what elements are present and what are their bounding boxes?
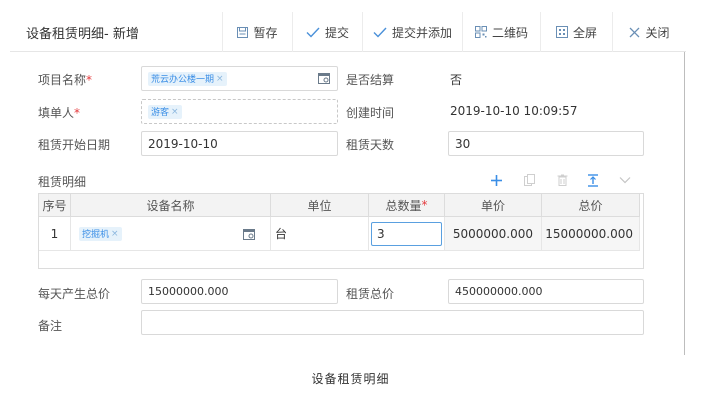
close-button[interactable]: 关闭: [612, 12, 686, 52]
column-header-index: 序号: [39, 194, 71, 217]
total-price-cell: 15000000.000: [542, 217, 640, 251]
save-icon: [237, 26, 249, 38]
column-header-total-price: 总价: [542, 194, 640, 217]
submit-button[interactable]: 提交: [292, 12, 362, 52]
project-tag[interactable]: 荒云办公楼一期 ×: [148, 71, 227, 86]
unit-price-cell: 5000000.000: [445, 217, 542, 251]
equipment-tag-text: 挖掘机: [82, 230, 110, 240]
remove-tag-icon[interactable]: ×: [216, 74, 224, 84]
column-header-unit-text: 单位: [307, 198, 332, 213]
close-icon: [629, 27, 640, 38]
chevron-down-icon[interactable]: [617, 172, 633, 188]
created-time-label: 创建时间: [346, 106, 395, 120]
submit-label: 提交: [324, 25, 349, 40]
column-header-unit: 单位: [271, 194, 369, 217]
column-header-unit-price: 单价: [445, 194, 542, 217]
column-header-equipment: 设备名称: [71, 194, 271, 217]
lease-detail-grid: 序号 设备名称 单位 总数量 * 单价 总价 1 挖掘机 × 台 3 5000000…: [38, 193, 644, 269]
project-tag-text: 荒云办公楼一期: [151, 75, 215, 85]
lease-total-label: 租赁总价: [346, 287, 395, 301]
qrcode-label: 二维码: [491, 25, 528, 40]
fullscreen-icon: [555, 26, 568, 38]
qrcode-icon: [474, 26, 487, 38]
filler-tag-text: 游客: [151, 108, 170, 118]
lease-days-label: 租赁天数: [346, 138, 395, 152]
save-draft-button[interactable]: 暂存: [222, 12, 292, 52]
add-row-icon[interactable]: [488, 172, 504, 188]
quantity-input[interactable]: 3: [371, 221, 442, 246]
filler-label: 填单人*: [38, 104, 80, 121]
remark-input[interactable]: [141, 310, 644, 335]
close-label: 关闭: [645, 25, 670, 40]
delete-row-icon[interactable]: [554, 172, 570, 188]
lease-days-input[interactable]: 30: [448, 131, 644, 156]
required-mark: *: [86, 73, 93, 87]
required-mark: *: [421, 198, 428, 212]
project-name-label: 项目名称*: [38, 71, 92, 88]
form-toolbar: 设备租赁明细- 新增 暂存 提交 提交并添加 二维码 全屏 关闭: [10, 12, 686, 52]
save-draft-label: 暂存: [253, 25, 278, 40]
remove-tag-icon[interactable]: ×: [111, 229, 119, 239]
daily-total-label: 每天产生总价: [38, 287, 111, 301]
remark-label: 备注: [38, 319, 63, 333]
check-icon: [373, 27, 387, 38]
form-title: 设备租赁明细- 新增: [26, 27, 139, 42]
project-name-label-text: 项目名称: [38, 73, 87, 87]
check-icon: [306, 27, 320, 38]
remove-tag-icon[interactable]: ×: [171, 107, 179, 117]
column-header-quantity-text: 总数量: [385, 198, 422, 213]
row-index: 1: [39, 217, 71, 251]
lease-start-date-input[interactable]: 2019-10-10: [141, 131, 338, 156]
column-header-quantity: 总数量 *: [369, 194, 445, 217]
daily-total-input[interactable]: 15000000.000: [141, 279, 338, 304]
lease-total-input[interactable]: 450000000.000: [448, 279, 644, 304]
filler-label-text: 填单人: [38, 106, 75, 120]
settled-value: 否: [450, 73, 463, 87]
submit-and-add-button[interactable]: 提交并添加: [362, 12, 462, 52]
filler-field[interactable]: 游客 ×: [141, 99, 338, 124]
lease-detail-label: 租赁明细: [38, 175, 87, 189]
picker-icon[interactable]: [318, 72, 330, 87]
picker-icon[interactable]: [243, 228, 255, 243]
insert-row-icon[interactable]: [585, 172, 601, 188]
equipment-name-cell[interactable]: 挖掘机 ×: [71, 217, 271, 251]
submit-and-add-label: 提交并添加: [391, 25, 452, 40]
panel-edge-divider: [684, 52, 685, 355]
settled-label: 是否结算: [346, 73, 395, 87]
copy-row-icon[interactable]: [521, 172, 537, 188]
created-time-value: 2019-10-10 10:09:57: [450, 104, 578, 118]
filler-tag[interactable]: 游客 ×: [148, 104, 182, 119]
qrcode-button[interactable]: 二维码: [462, 12, 540, 52]
figure-caption: 设备租赁明细: [311, 372, 390, 386]
quantity-cell[interactable]: 3: [369, 217, 445, 251]
fullscreen-label: 全屏: [572, 25, 597, 40]
equipment-tag[interactable]: 挖掘机 ×: [79, 226, 122, 241]
lease-start-label: 租赁开始日期: [38, 138, 111, 152]
unit-cell[interactable]: 台: [271, 217, 369, 251]
required-mark: *: [74, 106, 81, 120]
project-name-field[interactable]: 荒云办公楼一期 ×: [141, 66, 338, 91]
fullscreen-button[interactable]: 全屏: [540, 12, 612, 52]
